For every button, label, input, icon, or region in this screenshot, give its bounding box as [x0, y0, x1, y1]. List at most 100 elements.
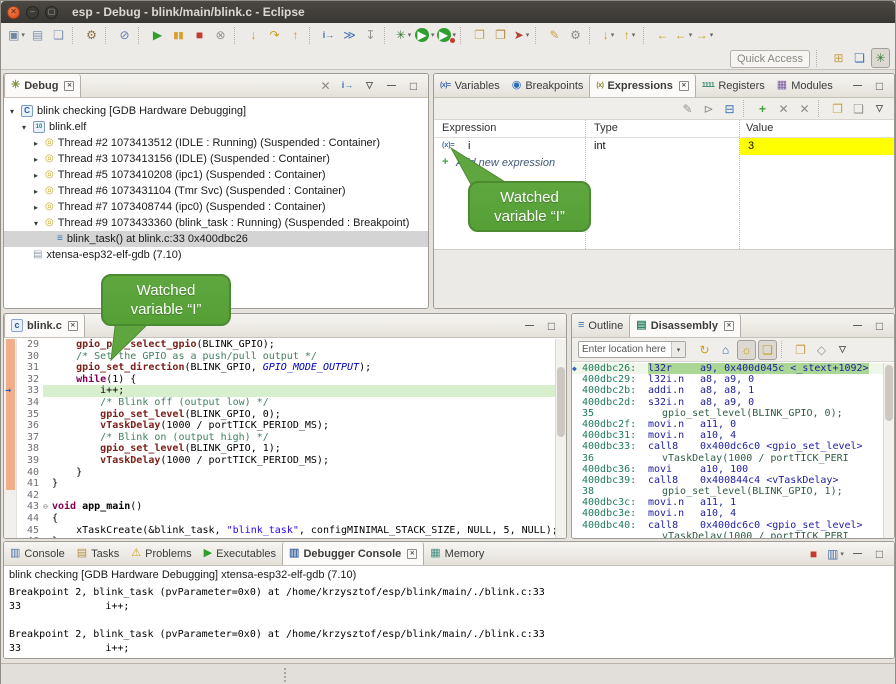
maximize-icon[interactable]: □: [542, 316, 561, 336]
status-bar-handle[interactable]: [284, 668, 286, 682]
annotation-ruler[interactable]: [4, 455, 17, 467]
display-console-icon[interactable]: ▥▾: [826, 544, 845, 564]
debug-tree-row[interactable]: ▸◎Thread #7 1073408744 (ipc0) (Suspended…: [4, 199, 428, 215]
tree-expander-icon[interactable]: ▸: [34, 187, 45, 196]
code-text[interactable]: gpio_set_level(BLINK_GPIO, 1);: [52, 443, 566, 455]
link-view-icon[interactable]: ❏: [849, 99, 868, 119]
disconnect-icon[interactable]: ⊗: [211, 25, 230, 45]
sync-context-icon[interactable]: ❏: [758, 340, 777, 360]
disassembly-instruction-row[interactable]: 400dbc31:movi.na10, 4: [572, 430, 894, 441]
close-tab-icon[interactable]: ✕: [724, 321, 734, 331]
expression-value-cell[interactable]: 3: [740, 138, 894, 155]
code-text[interactable]: }: [52, 467, 566, 479]
step-into-icon[interactable]: ↓: [244, 25, 263, 45]
maximize-icon[interactable]: □: [870, 544, 889, 564]
disassembly-instruction-row[interactable]: 400dbc2d:s32i.na8, a9, 0: [572, 397, 894, 408]
editor-line-29[interactable]: 29 gpio_pad_select_gpio(BLINK_GPIO);: [4, 339, 566, 351]
code-text[interactable]: /* Set the GPIO as a push/pull output */: [52, 351, 566, 363]
annotation-ruler[interactable]: [4, 501, 17, 513]
close-window-icon[interactable]: ✕: [7, 6, 20, 19]
remove-all-expressions-icon[interactable]: ✕: [795, 99, 814, 119]
code-text[interactable]: gpio_set_direction(BLINK_GPIO, GPIO_MODE…: [52, 362, 566, 374]
disassembly-body[interactable]: ◆400dbc26:l32ra9, 0x400d045c <_stext+109…: [572, 363, 894, 538]
external-tools-icon[interactable]: ▶▾: [437, 25, 457, 45]
disassembly-instruction-row[interactable]: 400dbc40:call80x400dc6c0 <gpio_set_level…: [572, 520, 894, 531]
tab-disassembly[interactable]: ▤Disassembly✕: [629, 314, 741, 337]
cpp-perspective-icon[interactable]: ❏: [850, 48, 869, 68]
instruction-stepping-icon[interactable]: i→: [338, 76, 357, 96]
view-menu-icon[interactable]: ▽: [833, 340, 852, 360]
editor-body[interactable]: 29 gpio_pad_select_gpio(BLINK_GPIO);30 /…: [4, 339, 566, 538]
open-perspective-icon[interactable]: ⊞: [829, 48, 848, 68]
tree-expander-icon[interactable]: ▾: [34, 219, 45, 228]
tree-expander-icon[interactable]: ▸: [34, 139, 45, 148]
step-over-icon[interactable]: ↷: [265, 25, 284, 45]
chevron-down-icon[interactable]: ▾: [689, 31, 693, 39]
tab-problems[interactable]: ⚠Problems: [125, 542, 197, 565]
chevron-down-icon[interactable]: ▾: [408, 31, 412, 39]
editor-line-46[interactable]: 46}: [4, 536, 566, 538]
show-logical-structures-icon[interactable]: ⊳: [699, 99, 718, 119]
disassembly-source-row[interactable]: 36vTaskDelay(1000 / portTICK_PERI: [572, 453, 894, 464]
tab-variables[interactable]: (x)=Variables: [434, 74, 506, 97]
editor-scrollbar[interactable]: [555, 339, 566, 538]
location-input[interactable]: [579, 344, 671, 355]
annotation-ruler[interactable]: [4, 478, 17, 490]
resume-icon[interactable]: ▶: [148, 25, 167, 45]
tab-debug[interactable]: ✳Debug✕: [4, 74, 81, 97]
show-source-icon[interactable]: ☼: [737, 340, 756, 360]
editor-line-37[interactable]: 37 /* Blink on (output high) */: [4, 432, 566, 444]
tree-expander-icon[interactable]: ▾: [10, 107, 21, 116]
close-tab-icon[interactable]: ✕: [407, 549, 417, 559]
debug-tree-row[interactable]: ▸◎Thread #5 1073410208 (ipc1) (Suspended…: [4, 167, 428, 183]
minimize-icon[interactable]: —: [848, 76, 867, 96]
disassembly-source-row[interactable]: 38gpio_set_level(BLINK_GPIO, 1);: [572, 486, 894, 497]
tab-tasks[interactable]: ▤Tasks: [71, 542, 126, 565]
remove-all-terminated-icon[interactable]: ✕: [316, 76, 335, 96]
editor-line-42[interactable]: 42: [4, 490, 566, 502]
minimize-window-icon[interactable]: –: [26, 6, 39, 19]
chevron-down-icon[interactable]: ▾: [526, 31, 530, 39]
annotation-ruler[interactable]: [4, 397, 17, 409]
editor-line-35[interactable]: 35 gpio_set_level(BLINK_GPIO, 0);: [4, 409, 566, 421]
chevron-down-icon[interactable]: ▾: [632, 31, 636, 39]
tab-memory[interactable]: ▦Memory: [424, 542, 490, 565]
terminate-console-icon[interactable]: ■: [804, 544, 823, 564]
save-all-icon[interactable]: ❏: [49, 25, 68, 45]
editor-line-43[interactable]: 43⊖void app_main(): [4, 501, 566, 513]
flash-download-icon[interactable]: ➤▾: [512, 25, 531, 45]
disassembly-instruction-row[interactable]: 400dbc36:movia10, 100: [572, 464, 894, 475]
annotation-ruler[interactable]: [4, 432, 17, 444]
editor-line-34[interactable]: 34 /* Blink off (output low) */: [4, 397, 566, 409]
chevron-down-icon[interactable]: ▾: [840, 550, 844, 558]
expression-row[interactable]: 3(x)=iint: [434, 138, 894, 155]
gear-icon[interactable]: ⚙: [566, 25, 585, 45]
quick-access-button[interactable]: Quick Access: [730, 50, 810, 68]
column-header-value[interactable]: Value: [746, 122, 773, 134]
step-return-icon[interactable]: ↑: [286, 25, 305, 45]
debug-tree-row[interactable]: ▤xtensa-esp32-elf-gdb (7.10): [4, 247, 428, 263]
disassembly-source-row[interactable]: vTaskDelay(1000 / portTICK_PERI: [572, 531, 894, 538]
debug-tree-row[interactable]: ▸◎Thread #6 1073431104 (Tmr Svc) (Suspen…: [4, 183, 428, 199]
chevron-down-icon[interactable]: ▾: [710, 31, 714, 39]
back-icon[interactable]: ←▾: [674, 25, 693, 45]
maximize-icon[interactable]: □: [870, 76, 889, 96]
maximize-icon[interactable]: □: [404, 76, 423, 96]
code-text[interactable]: vTaskDelay(1000 / portTICK_PERIOD_MS);: [52, 455, 566, 467]
instruction-stepping-icon[interactable]: i→: [319, 25, 338, 45]
tree-expander-icon[interactable]: ▸: [34, 203, 45, 212]
open-project-icon[interactable]: ❐: [470, 25, 489, 45]
tab-console[interactable]: ▥Console: [4, 542, 71, 565]
location-combo[interactable]: ▾: [578, 341, 686, 358]
disassembly-instruction-row[interactable]: ◆400dbc26:l32ra9, 0x400d045c <_stext+109…: [572, 363, 894, 374]
debug-tree-row[interactable]: ▾◎Thread #9 1073433360 (blink_task : Run…: [4, 215, 428, 231]
minimize-icon[interactable]: —: [848, 544, 867, 564]
annotation-ruler[interactable]: [4, 374, 17, 386]
code-text[interactable]: while(1) {: [52, 374, 566, 386]
editor-line-45[interactable]: 45 xTaskCreate(&blink_task, "blink_task"…: [4, 525, 566, 537]
annotation-ruler[interactable]: [4, 420, 17, 432]
code-text[interactable]: [52, 490, 566, 502]
editor-line-41[interactable]: 41}: [4, 478, 566, 490]
add-expression-icon[interactable]: +: [753, 99, 772, 119]
expression-name[interactable]: i: [468, 140, 470, 152]
